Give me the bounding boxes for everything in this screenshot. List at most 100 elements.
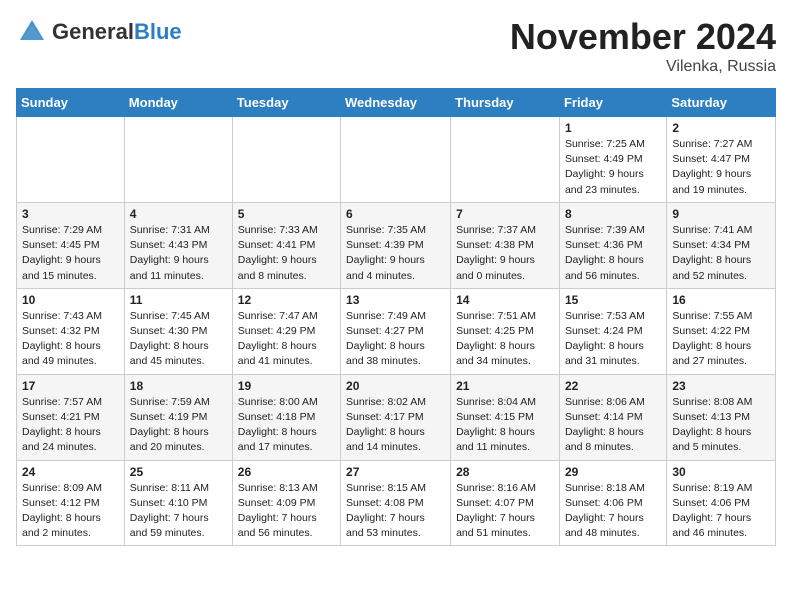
- day-info: Sunrise: 8:09 AM Sunset: 4:12 PM Dayligh…: [22, 481, 119, 542]
- day-info: Sunrise: 7:57 AM Sunset: 4:21 PM Dayligh…: [22, 395, 119, 456]
- day-info: Sunrise: 7:33 AM Sunset: 4:41 PM Dayligh…: [238, 223, 335, 284]
- calendar-week-row: 1 Sunrise: 7:25 AM Sunset: 4:49 PM Daylig…: [17, 117, 776, 203]
- calendar-cell: 15Sunrise: 7:53 AM Sunset: 4:24 PM Dayli…: [559, 288, 666, 374]
- calendar-cell: 3Sunrise: 7:29 AM Sunset: 4:45 PM Daylig…: [17, 202, 125, 288]
- day-info: Sunrise: 8:02 AM Sunset: 4:17 PM Dayligh…: [346, 395, 445, 456]
- day-info: Sunrise: 8:18 AM Sunset: 4:06 PM Dayligh…: [565, 481, 661, 542]
- day-info: Sunrise: 8:13 AM Sunset: 4:09 PM Dayligh…: [238, 481, 335, 542]
- day-info: Sunrise: 7:45 AM Sunset: 4:30 PM Dayligh…: [130, 309, 227, 370]
- calendar-cell: 9 Sunrise: 7:41 AM Sunset: 4:34 PM Daylig…: [667, 202, 776, 288]
- calendar-week-row: 17 Sunrise: 7:57 AM Sunset: 4:21 PM Dayli…: [17, 374, 776, 460]
- logo-blue: Blue: [134, 19, 182, 44]
- day-number: 2: [672, 121, 770, 135]
- calendar-cell: 14 Sunrise: 7:51 AM Sunset: 4:25 PM Dayli…: [451, 288, 560, 374]
- day-number: 21: [456, 379, 554, 393]
- calendar-cell: 23Sunrise: 8:08 AM Sunset: 4:13 PM Dayli…: [667, 374, 776, 460]
- calendar-cell: 30 Sunrise: 8:19 AM Sunset: 4:06 PM Dayli…: [667, 460, 776, 546]
- day-number: 8: [565, 207, 661, 221]
- day-number: 9: [672, 207, 770, 221]
- logo-text: GeneralBlue: [52, 20, 182, 44]
- day-number: 14: [456, 293, 554, 307]
- day-number: 10: [22, 293, 119, 307]
- day-number: 1: [565, 121, 661, 135]
- calendar-cell: 13 Sunrise: 7:49 AM Sunset: 4:27 PM Dayli…: [341, 288, 451, 374]
- calendar-cell: 26 Sunrise: 8:13 AM Sunset: 4:09 PM Dayli…: [232, 460, 340, 546]
- calendar-cell: 4Sunrise: 7:31 AM Sunset: 4:43 PM Daylig…: [124, 202, 232, 288]
- calendar-cell: [451, 117, 560, 203]
- calendar-cell: 17 Sunrise: 7:57 AM Sunset: 4:21 PM Dayli…: [17, 374, 125, 460]
- calendar-cell: 24 Sunrise: 8:09 AM Sunset: 4:12 PM Dayli…: [17, 460, 125, 546]
- calendar-cell: 5Sunrise: 7:33 AM Sunset: 4:41 PM Daylig…: [232, 202, 340, 288]
- day-info: Sunrise: 7:43 AM Sunset: 4:32 PM Dayligh…: [22, 309, 119, 370]
- day-number: 11: [130, 293, 227, 307]
- day-info: Sunrise: 8:15 AM Sunset: 4:08 PM Dayligh…: [346, 481, 445, 542]
- calendar-cell: 28 Sunrise: 8:16 AM Sunset: 4:07 PM Dayli…: [451, 460, 560, 546]
- day-number: 28: [456, 465, 554, 479]
- calendar-cell: 19Sunrise: 8:00 AM Sunset: 4:18 PM Dayli…: [232, 374, 340, 460]
- day-number: 26: [238, 465, 335, 479]
- logo-icon: [16, 16, 48, 48]
- day-info: Sunrise: 7:37 AM Sunset: 4:38 PM Dayligh…: [456, 223, 554, 284]
- day-info: Sunrise: 7:41 AM Sunset: 4:34 PM Dayligh…: [672, 223, 770, 284]
- day-info: Sunrise: 7:53 AM Sunset: 4:24 PM Dayligh…: [565, 309, 661, 370]
- calendar-cell: 7 Sunrise: 7:37 AM Sunset: 4:38 PM Daylig…: [451, 202, 560, 288]
- calendar-week-row: 24 Sunrise: 8:09 AM Sunset: 4:12 PM Dayli…: [17, 460, 776, 546]
- calendar-cell: 6Sunrise: 7:35 AM Sunset: 4:39 PM Daylig…: [341, 202, 451, 288]
- day-info: Sunrise: 8:16 AM Sunset: 4:07 PM Dayligh…: [456, 481, 554, 542]
- day-number: 12: [238, 293, 335, 307]
- day-info: Sunrise: 8:11 AM Sunset: 4:10 PM Dayligh…: [130, 481, 227, 542]
- day-header-wednesday: Wednesday: [341, 89, 451, 117]
- calendar-cell: 12 Sunrise: 7:47 AM Sunset: 4:29 PM Dayli…: [232, 288, 340, 374]
- day-header-thursday: Thursday: [451, 89, 560, 117]
- day-info: Sunrise: 7:31 AM Sunset: 4:43 PM Dayligh…: [130, 223, 227, 284]
- day-info: Sunrise: 8:04 AM Sunset: 4:15 PM Dayligh…: [456, 395, 554, 456]
- day-header-friday: Friday: [559, 89, 666, 117]
- page-header: GeneralBlue November 2024 Vilenka, Russi…: [16, 16, 776, 76]
- calendar-cell: 25 Sunrise: 8:11 AM Sunset: 4:10 PM Dayli…: [124, 460, 232, 546]
- day-number: 27: [346, 465, 445, 479]
- day-info: Sunrise: 7:27 AM Sunset: 4:47 PM Dayligh…: [672, 137, 770, 198]
- day-info: Sunrise: 7:25 AM Sunset: 4:49 PM Dayligh…: [565, 137, 661, 198]
- calendar-cell: 27 Sunrise: 8:15 AM Sunset: 4:08 PM Dayli…: [341, 460, 451, 546]
- calendar-cell: 29 Sunrise: 8:18 AM Sunset: 4:06 PM Dayli…: [559, 460, 666, 546]
- calendar-cell: 2 Sunrise: 7:27 AM Sunset: 4:47 PM Daylig…: [667, 117, 776, 203]
- calendar-cell: [341, 117, 451, 203]
- calendar-header-row: SundayMondayTuesdayWednesdayThursdayFrid…: [17, 89, 776, 117]
- month-title: November 2024: [510, 16, 776, 58]
- calendar-cell: [232, 117, 340, 203]
- calendar-cell: 18Sunrise: 7:59 AM Sunset: 4:19 PM Dayli…: [124, 374, 232, 460]
- calendar-cell: 22 Sunrise: 8:06 AM Sunset: 4:14 PM Dayli…: [559, 374, 666, 460]
- calendar-week-row: 10 Sunrise: 7:43 AM Sunset: 4:32 PM Dayli…: [17, 288, 776, 374]
- logo-general: General: [52, 19, 134, 44]
- location: Vilenka, Russia: [510, 58, 776, 76]
- calendar: SundayMondayTuesdayWednesdayThursdayFrid…: [16, 88, 776, 546]
- calendar-cell: 1 Sunrise: 7:25 AM Sunset: 4:49 PM Daylig…: [559, 117, 666, 203]
- day-number: 7: [456, 207, 554, 221]
- day-info: Sunrise: 7:39 AM Sunset: 4:36 PM Dayligh…: [565, 223, 661, 284]
- day-header-sunday: Sunday: [17, 89, 125, 117]
- calendar-cell: 11 Sunrise: 7:45 AM Sunset: 4:30 PM Dayli…: [124, 288, 232, 374]
- day-info: Sunrise: 8:06 AM Sunset: 4:14 PM Dayligh…: [565, 395, 661, 456]
- day-info: Sunrise: 8:19 AM Sunset: 4:06 PM Dayligh…: [672, 481, 770, 542]
- calendar-cell: 10 Sunrise: 7:43 AM Sunset: 4:32 PM Dayli…: [17, 288, 125, 374]
- day-number: 30: [672, 465, 770, 479]
- day-number: 19: [238, 379, 335, 393]
- day-number: 17: [22, 379, 119, 393]
- day-info: Sunrise: 7:55 AM Sunset: 4:22 PM Dayligh…: [672, 309, 770, 370]
- day-number: 22: [565, 379, 661, 393]
- day-number: 29: [565, 465, 661, 479]
- day-info: Sunrise: 7:51 AM Sunset: 4:25 PM Dayligh…: [456, 309, 554, 370]
- calendar-week-row: 3Sunrise: 7:29 AM Sunset: 4:45 PM Daylig…: [17, 202, 776, 288]
- day-header-saturday: Saturday: [667, 89, 776, 117]
- day-number: 25: [130, 465, 227, 479]
- day-number: 13: [346, 293, 445, 307]
- calendar-cell: 16 Sunrise: 7:55 AM Sunset: 4:22 PM Dayli…: [667, 288, 776, 374]
- day-number: 24: [22, 465, 119, 479]
- day-info: Sunrise: 7:35 AM Sunset: 4:39 PM Dayligh…: [346, 223, 445, 284]
- day-info: Sunrise: 7:47 AM Sunset: 4:29 PM Dayligh…: [238, 309, 335, 370]
- day-info: Sunrise: 8:08 AM Sunset: 4:13 PM Dayligh…: [672, 395, 770, 456]
- day-info: Sunrise: 7:49 AM Sunset: 4:27 PM Dayligh…: [346, 309, 445, 370]
- day-number: 16: [672, 293, 770, 307]
- day-header-monday: Monday: [124, 89, 232, 117]
- day-info: Sunrise: 7:59 AM Sunset: 4:19 PM Dayligh…: [130, 395, 227, 456]
